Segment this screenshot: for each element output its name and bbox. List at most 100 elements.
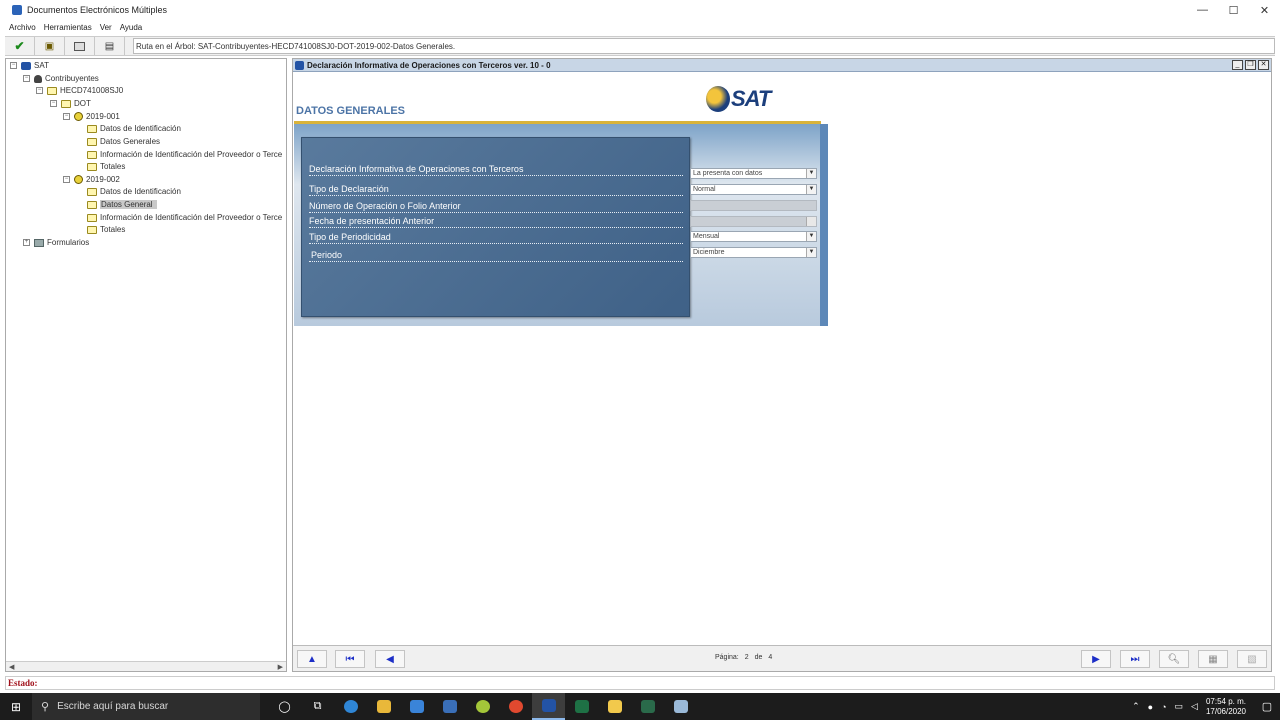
- tree-leaf[interactable]: Información de Identificación del Provee…: [87, 212, 282, 223]
- print-button[interactable]: ▤: [95, 37, 125, 55]
- tree-node-rfc[interactable]: − HECD741008SJ0: [36, 85, 123, 96]
- inner-minimize-button[interactable]: _: [1232, 60, 1243, 70]
- notification-icon[interactable]: ▢: [1254, 700, 1280, 713]
- maximize-button[interactable]: ☐: [1218, 0, 1249, 20]
- android-app-icon[interactable]: [466, 693, 499, 720]
- calendar-button[interactable]: [806, 217, 816, 226]
- folder-icon: [87, 213, 97, 222]
- edge-icon[interactable]: [334, 693, 367, 720]
- go-up-button[interactable]: ▲: [297, 650, 327, 668]
- menu-bar: Archivo Herramientas Ver Ayuda: [0, 20, 1280, 34]
- excel-icon[interactable]: [565, 693, 598, 720]
- sat-icon: [21, 61, 31, 70]
- collapse-icon[interactable]: −: [50, 100, 57, 107]
- gear-icon: [74, 175, 83, 184]
- sat-logo-mark: [706, 86, 730, 112]
- collapse-icon[interactable]: −: [63, 113, 70, 120]
- form-panel: Declaración Informativa de Operaciones c…: [301, 137, 690, 317]
- chevron-down-icon[interactable]: ▼: [806, 185, 816, 194]
- next-page-button[interactable]: ▶: [1081, 650, 1111, 668]
- last-page-button[interactable]: ⏭: [1120, 650, 1150, 668]
- tree-node-period-2019-001[interactable]: − 2019-001: [63, 111, 120, 122]
- field-label: Periodo: [309, 250, 683, 262]
- sat-app-icon[interactable]: [532, 693, 565, 720]
- collapse-icon[interactable]: −: [10, 62, 17, 69]
- tree-node-period-2019-002[interactable]: − 2019-002: [63, 174, 120, 185]
- fecha-anterior-input[interactable]: [690, 216, 817, 227]
- status-label: Estado:: [8, 678, 38, 688]
- tree-leaf[interactable]: Totales: [87, 161, 125, 172]
- tree-node-sat[interactable]: − SAT: [10, 60, 49, 71]
- inner-restore-button[interactable]: ❐: [1245, 60, 1256, 70]
- menu-ver[interactable]: Ver: [100, 23, 112, 32]
- calculator-button[interactable]: ▧: [1237, 650, 1267, 668]
- menu-herramientas[interactable]: Herramientas: [44, 23, 92, 32]
- document-icon: ▤: [104, 40, 115, 52]
- collapse-icon[interactable]: −: [23, 75, 30, 82]
- chevron-down-icon[interactable]: ▼: [806, 248, 816, 257]
- periodo-select[interactable]: Diciembre ▼: [690, 247, 817, 258]
- chevron-up-icon[interactable]: ⌃: [1132, 701, 1140, 712]
- taskbar-search[interactable]: ⚲ Escribe aquí para buscar: [32, 693, 260, 720]
- tree-leaf[interactable]: Datos de Identificación: [87, 123, 181, 134]
- scroll-right-icon[interactable]: ▶: [278, 663, 283, 671]
- expand-icon[interactable]: +: [23, 239, 30, 246]
- cortana-icon[interactable]: ◯: [268, 693, 301, 720]
- inner-close-button[interactable]: ✕: [1258, 60, 1269, 70]
- tipo-declaracion-select[interactable]: Normal ▼: [690, 184, 817, 195]
- tree-node-dot[interactable]: − DOT: [50, 98, 91, 109]
- tree-panel: − SAT − Contribuyentes − HECD741008SJ0 −…: [5, 58, 287, 672]
- tree-leaf[interactable]: Información de Identificación del Provee…: [87, 149, 282, 160]
- menu-ayuda[interactable]: Ayuda: [120, 23, 143, 32]
- tree-node-formularios[interactable]: + Formularios: [23, 237, 89, 248]
- lock-button[interactable]: ▣: [35, 37, 65, 55]
- mail-icon[interactable]: [400, 693, 433, 720]
- tree-leaf[interactable]: Datos de Identificación: [87, 186, 181, 197]
- powershell-icon[interactable]: [631, 693, 664, 720]
- collapse-icon[interactable]: −: [63, 176, 70, 183]
- tree-node-contribuyentes[interactable]: − Contribuyentes: [23, 73, 99, 84]
- periodicidad-select[interactable]: Mensual ▼: [690, 231, 817, 242]
- declaration-window-title: Declaración Informativa de Operaciones c…: [307, 60, 551, 70]
- declaracion-select[interactable]: La presenta con datos ▼: [690, 168, 817, 179]
- tree-horizontal-scrollbar[interactable]: ◀ ▶: [6, 661, 286, 671]
- taskbar-clock[interactable]: 07:54 p. m. 17/06/2020: [1206, 697, 1246, 717]
- store-icon[interactable]: [367, 693, 400, 720]
- tree-leaf[interactable]: Datos Generales: [87, 136, 160, 147]
- save-button[interactable]: [65, 37, 95, 55]
- chrome-icon[interactable]: [499, 693, 532, 720]
- folder-icon: [87, 137, 97, 146]
- close-button[interactable]: ✕: [1249, 0, 1280, 20]
- search-button[interactable]: 🔍︎: [1159, 650, 1189, 668]
- chevron-down-icon[interactable]: ▼: [806, 232, 816, 241]
- sat-logo: SAT: [706, 83, 802, 115]
- microphone-icon[interactable]: ●: [1148, 702, 1153, 712]
- previous-page-button[interactable]: ◀: [375, 650, 405, 668]
- scroll-left-icon[interactable]: ◀: [9, 663, 14, 671]
- window-icon: [295, 60, 304, 70]
- menu-archivo[interactable]: Archivo: [9, 23, 36, 32]
- collapse-icon[interactable]: −: [36, 87, 43, 94]
- form-band: Declaración Informativa de Operaciones c…: [294, 124, 828, 326]
- minimize-button[interactable]: —: [1187, 0, 1218, 20]
- tree-leaf[interactable]: Totales: [87, 224, 125, 235]
- volume-icon[interactable]: ◁: [1191, 701, 1198, 712]
- power-icon[interactable]: ▭: [1175, 701, 1184, 712]
- windows-start-icon[interactable]: ⊞: [0, 693, 32, 720]
- file-explorer-icon[interactable]: [598, 693, 631, 720]
- notes-icon[interactable]: [664, 693, 697, 720]
- folio-anterior-input[interactable]: [690, 200, 817, 211]
- validate-button[interactable]: ✔: [5, 37, 35, 55]
- folder-icon: [87, 162, 97, 171]
- network-icon[interactable]: ◔: [1161, 702, 1166, 712]
- app-window-icon[interactable]: [433, 693, 466, 720]
- tree-leaf-selected[interactable]: Datos General: [87, 199, 157, 210]
- first-page-button[interactable]: ⏮: [335, 650, 365, 668]
- toolbar: ✔ ▣ ▤ Ruta en el Árbol: SAT-Contribuyent…: [5, 36, 1275, 56]
- task-view-icon[interactable]: ⧉: [301, 693, 334, 720]
- page-indicator: Página: 2 de 4: [715, 654, 773, 661]
- chevron-down-icon[interactable]: ▼: [806, 169, 816, 178]
- folder-open-icon: [61, 99, 71, 108]
- window-title: Documentos Electrónicos Múltiples: [27, 5, 168, 15]
- print-preview-button[interactable]: ▦: [1198, 650, 1228, 668]
